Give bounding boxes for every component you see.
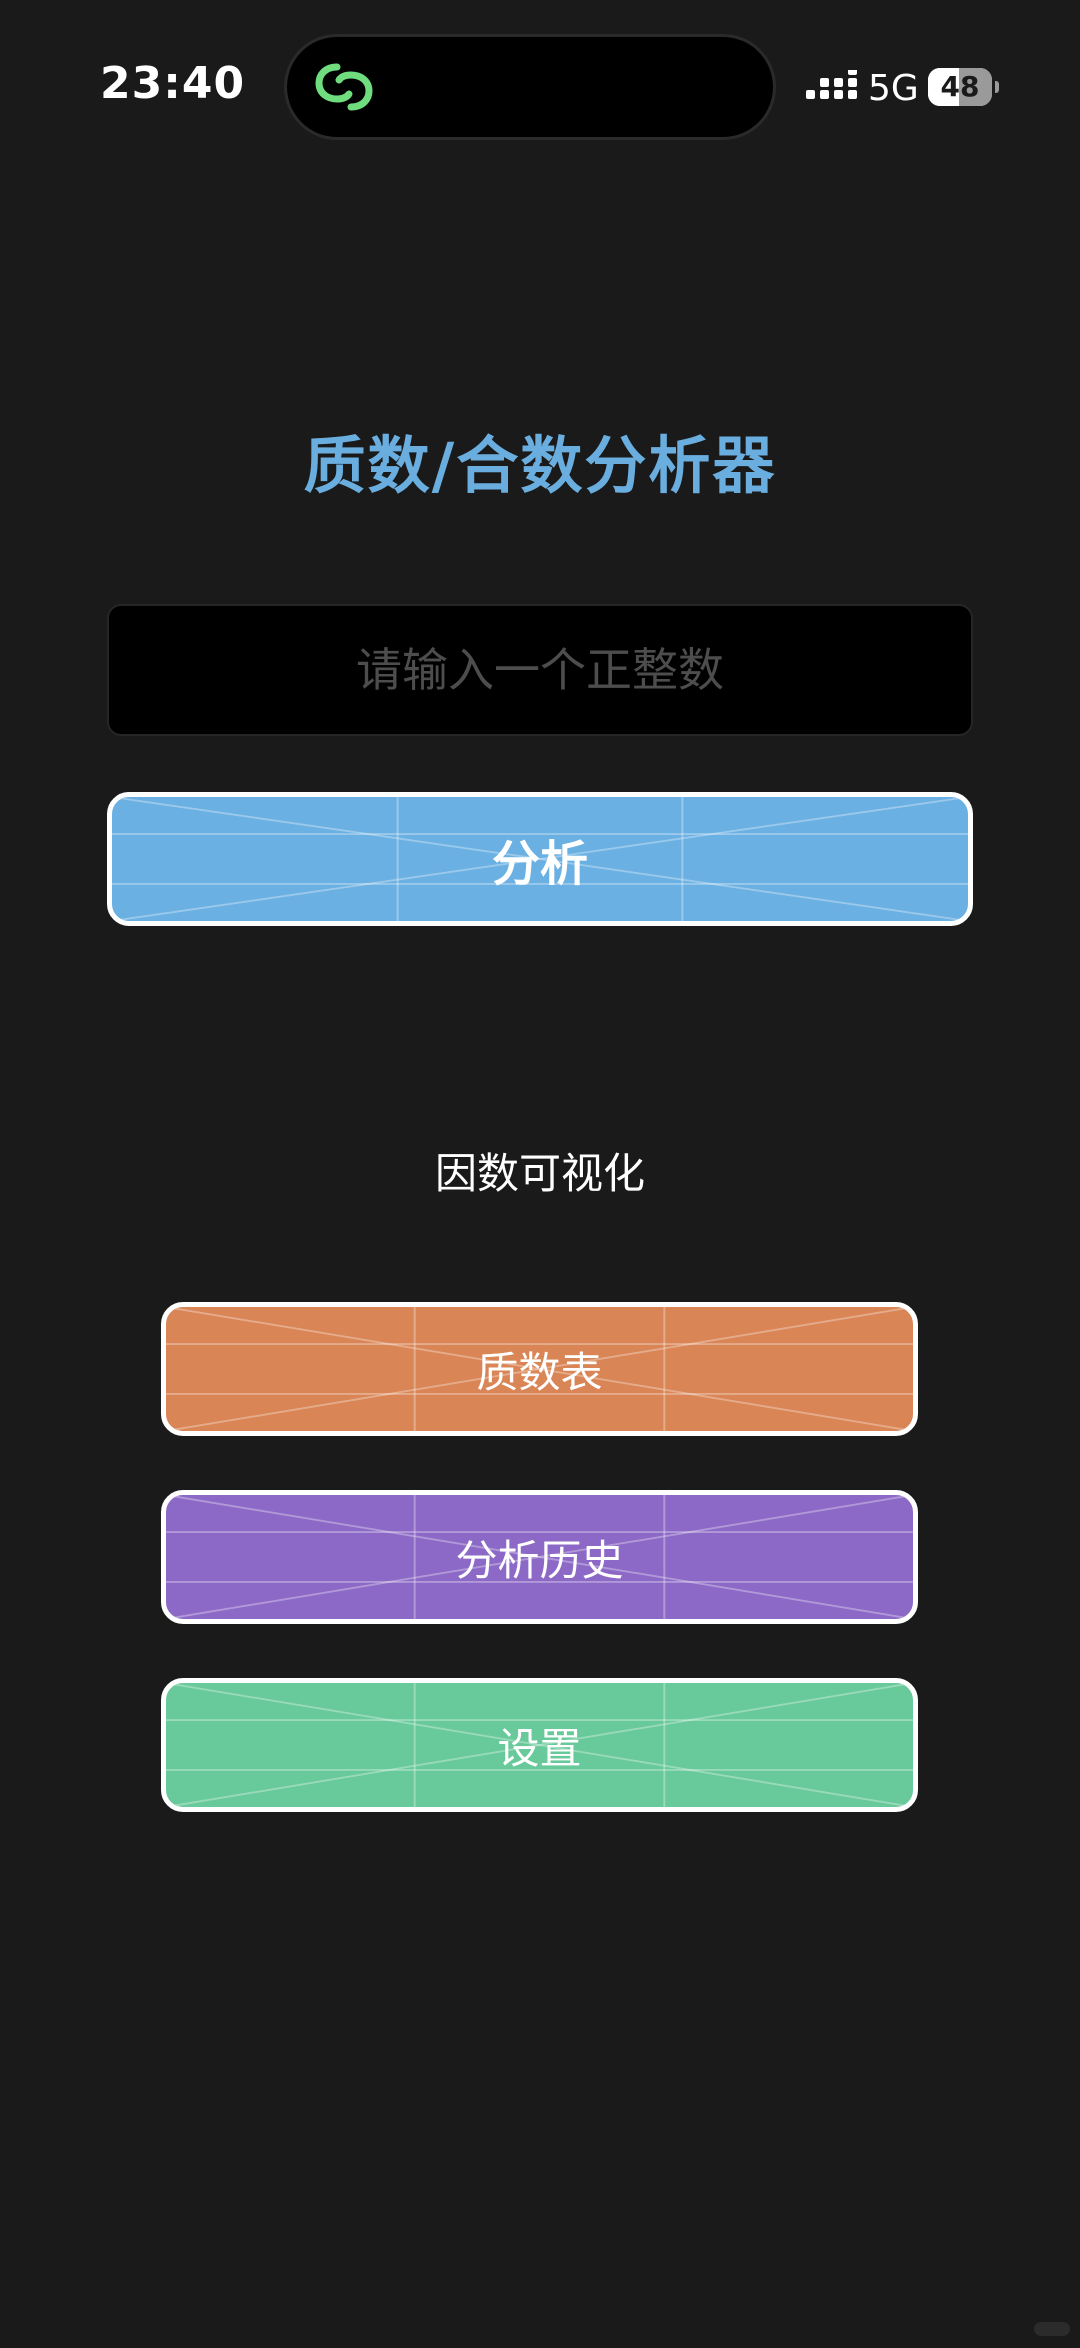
settings-button[interactable]: 设置 [161, 1678, 918, 1812]
analyze-button[interactable]: 分析 [107, 792, 973, 926]
factor-visualization-label: 因数可视化 [434, 1149, 645, 1198]
analyze-button-label: 分析 [491, 836, 588, 892]
link-loop-icon[interactable] [311, 57, 377, 117]
battery-tip [995, 81, 999, 93]
analysis-history-button[interactable]: 分析历史 [161, 1490, 918, 1624]
cellular-signal-icon [806, 70, 857, 99]
dynamic-island[interactable] [287, 37, 773, 137]
number-input[interactable] [107, 604, 973, 736]
network-type: 5G [868, 68, 919, 109]
page-title: 质数/合数分析器 [303, 429, 777, 502]
status-time: 23:40 [100, 58, 246, 109]
settings-button-label: 设置 [497, 1723, 582, 1773]
prime-table-button-label: 质数表 [476, 1347, 603, 1397]
prime-table-button[interactable]: 质数表 [161, 1302, 918, 1436]
analysis-history-button-label: 分析历史 [455, 1535, 624, 1585]
watermark [1034, 2322, 1070, 2336]
battery-icon: 48 [928, 68, 992, 106]
battery-percent: 48 [940, 70, 980, 103]
